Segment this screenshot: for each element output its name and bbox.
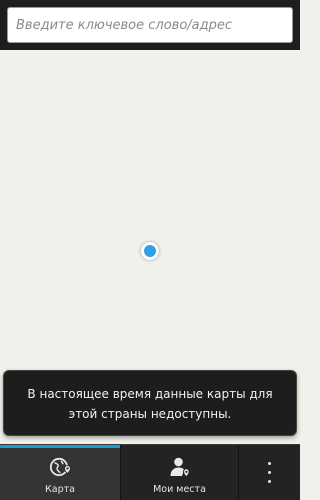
globe-pin-icon	[49, 457, 71, 477]
maps-screen: В настоящее время данные карты для этой …	[0, 0, 300, 500]
toast-message: В настоящее время данные карты для этой …	[27, 387, 273, 421]
overflow-menu-button[interactable]	[238, 445, 300, 500]
more-vertical-icon	[268, 462, 272, 484]
tab-my-places-label: Мои места	[153, 484, 206, 495]
map-unavailable-toast: В настоящее время данные карты для этой …	[3, 370, 297, 436]
search-input[interactable]	[7, 7, 293, 43]
tab-map[interactable]: Карта	[0, 445, 120, 500]
active-tab-indicator	[0, 445, 120, 448]
bottom-action-bar: Карта Мои места	[0, 444, 300, 500]
tab-map-label: Карта	[45, 484, 75, 495]
search-bar	[0, 0, 300, 50]
location-dot-icon	[141, 242, 159, 260]
person-pin-icon	[170, 457, 190, 478]
tab-my-places[interactable]: Мои места	[120, 445, 238, 500]
